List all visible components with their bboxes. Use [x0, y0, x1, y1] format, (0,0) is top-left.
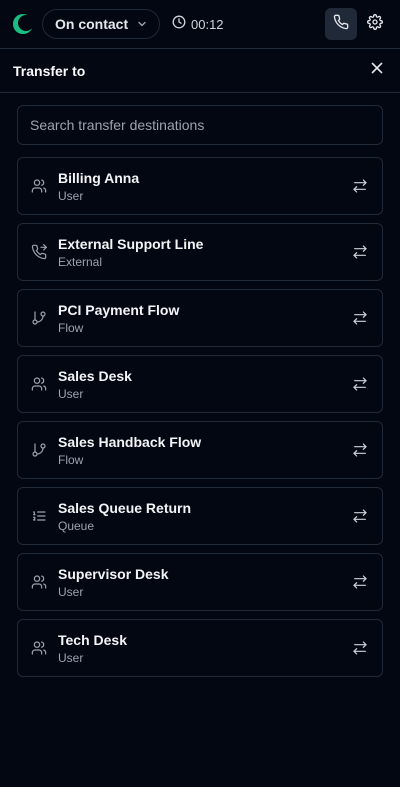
destination-name: Sales Desk: [58, 367, 132, 384]
destination-item-supervisor-desk[interactable]: Supervisor Desk User: [17, 553, 383, 611]
destination-type: User: [58, 650, 84, 665]
destination-text: Sales Handback Flow Flow: [58, 434, 351, 467]
close-button[interactable]: [367, 61, 387, 81]
destination-name: External Support Line: [58, 235, 204, 252]
phone-button[interactable]: [325, 8, 357, 40]
destination-type: Flow: [58, 452, 84, 467]
destination-list: Billing Anna User External Support Line Ext…: [17, 157, 383, 677]
clock-icon: [172, 15, 186, 34]
destination-type: User: [58, 188, 84, 203]
gear-icon: [367, 13, 383, 35]
top-bar: On contact 00:12: [0, 0, 400, 49]
destination-item-billing-anna[interactable]: Billing Anna User: [17, 157, 383, 215]
crescent-logo-icon: [12, 13, 34, 35]
destination-text: Supervisor Desk User: [58, 566, 351, 599]
destination-item-sales-handback-flow[interactable]: Sales Handback Flow Flow: [17, 421, 383, 479]
call-timer: 00:12: [172, 15, 224, 34]
destination-name: PCI Payment Flow: [58, 301, 180, 318]
close-icon: [370, 61, 384, 80]
destination-name: Tech Desk: [58, 631, 127, 648]
destination-name: Billing Anna: [58, 169, 140, 186]
transfer-arrows-icon[interactable]: [351, 573, 369, 591]
transfer-content: Billing AnnaUserExternal Support LineExt…: [0, 93, 400, 677]
transfer-arrows-icon[interactable]: [351, 177, 369, 195]
users-icon: [30, 375, 48, 393]
destination-type: User: [58, 386, 84, 401]
destination-text: Sales Desk User: [58, 368, 351, 401]
destination-name: Supervisor Desk: [58, 565, 169, 582]
phone-forward-icon: [30, 243, 48, 261]
settings-button[interactable]: [363, 8, 387, 40]
users-icon: [30, 573, 48, 591]
phone-icon: [333, 14, 349, 35]
destination-item-tech-desk[interactable]: Tech Desk User: [17, 619, 383, 677]
transfer-arrows-icon[interactable]: [351, 243, 369, 261]
destination-text: Billing Anna User: [58, 170, 351, 203]
timer-value: 00:12: [191, 16, 224, 32]
transfer-panel-header: Transfer to: [0, 49, 400, 93]
panel-title: Transfer to: [13, 62, 86, 79]
status-label: On contact: [55, 16, 129, 32]
destination-name: Sales Handback Flow: [58, 433, 202, 450]
destination-text: PCI Payment Flow Flow: [58, 302, 351, 335]
transfer-arrows-icon[interactable]: [351, 375, 369, 393]
destination-type: External: [58, 254, 103, 269]
destination-type: Queue: [58, 518, 95, 533]
users-icon: [30, 177, 48, 195]
list-ordered-icon: [30, 507, 48, 525]
destination-type: User: [58, 584, 84, 599]
transfer-arrows-icon[interactable]: [351, 639, 369, 657]
destination-type: Flow: [58, 320, 84, 335]
status-dropdown[interactable]: On contact: [42, 9, 160, 39]
destination-name: Sales Queue Return: [58, 499, 192, 516]
transfer-arrows-icon[interactable]: [351, 507, 369, 525]
git-branch-icon: [30, 441, 48, 459]
transfer-arrows-icon[interactable]: [351, 309, 369, 327]
destination-item-pci-payment-flow[interactable]: PCI Payment Flow Flow: [17, 289, 383, 347]
git-branch-icon: [30, 309, 48, 327]
search-input[interactable]: [17, 105, 383, 145]
users-icon: [30, 639, 48, 657]
chevron-down-icon: [136, 18, 148, 30]
transfer-arrows-icon[interactable]: [351, 441, 369, 459]
destination-text: External Support Line External: [58, 236, 351, 269]
destination-item-external-support-line[interactable]: External Support Line External: [17, 223, 383, 281]
destination-item-sales-queue-return[interactable]: Sales Queue Return Queue: [17, 487, 383, 545]
destination-item-sales-desk[interactable]: Sales Desk User: [17, 355, 383, 413]
destination-text: Tech Desk User: [58, 632, 351, 665]
destination-text: Sales Queue Return Queue: [58, 500, 351, 533]
